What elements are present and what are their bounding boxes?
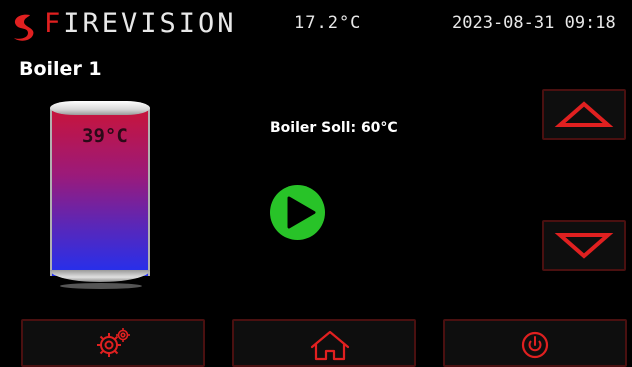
power-button[interactable]	[443, 319, 627, 367]
boiler-tank-bottom	[50, 270, 150, 282]
firevision-logo-icon	[8, 11, 38, 43]
boiler-tank-top	[50, 101, 150, 115]
triangle-down-icon	[554, 233, 614, 259]
gear-icon	[97, 328, 130, 357]
boiler-current-temperature: 39°C	[82, 125, 128, 147]
start-button[interactable]	[270, 185, 325, 240]
brand-rest: IREVISION	[63, 8, 237, 39]
boiler-setpoint-value: 60°C	[360, 120, 398, 136]
power-icon	[521, 331, 549, 359]
home-icon	[310, 330, 350, 361]
decrease-setpoint-button[interactable]	[542, 220, 626, 271]
outdoor-temperature: 17.2°C	[294, 13, 362, 33]
increase-setpoint-button[interactable]	[542, 89, 626, 140]
home-button[interactable]	[232, 319, 416, 367]
brand-first-letter: F	[44, 8, 64, 39]
datetime: 2023-08-31 09:18	[452, 13, 616, 33]
play-icon	[287, 196, 316, 229]
boiler-setpoint-label: Boiler Soll:	[270, 120, 357, 136]
boiler-tank-base	[60, 283, 142, 289]
brand-name: FIREVISION	[44, 8, 237, 39]
triangle-up-icon	[554, 101, 614, 127]
settings-button[interactable]	[21, 319, 205, 367]
page-title: Boiler 1	[19, 58, 102, 80]
boiler-setpoint: Boiler Soll: 60°C	[270, 120, 398, 136]
